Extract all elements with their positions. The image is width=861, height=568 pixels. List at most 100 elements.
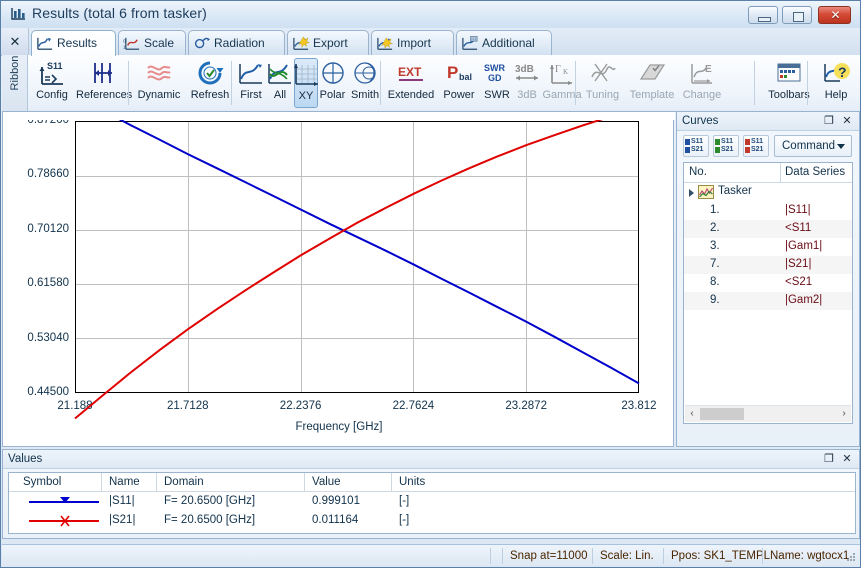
dynamic-icon xyxy=(145,59,173,87)
command-dropdown[interactable]: Command xyxy=(774,135,852,157)
ribbon-button-label: Power xyxy=(443,89,475,101)
curve-row-number: 8. xyxy=(710,276,720,288)
ribbon-button-extended[interactable]: EXT Extended xyxy=(385,58,437,108)
values-row[interactable]: |S21| F= 20.6500 [GHz] 0.011164 [-] xyxy=(9,512,855,530)
ribbon-button-label: Gamma xyxy=(542,89,582,101)
values-cell-domain: F= 20.6500 [GHz] xyxy=(164,514,256,526)
tab-label: Scale xyxy=(144,36,175,50)
tab-label: Export xyxy=(313,36,348,50)
ribbon-button-references[interactable]: References xyxy=(76,58,133,108)
ribbon-button-gamma: Γ K Gamma xyxy=(542,58,582,108)
curves-close-icon[interactable]: ✕ xyxy=(840,114,854,128)
deselect-curves-button[interactable]: S11 S21 xyxy=(743,135,769,157)
curves-group-row[interactable]: Tasker xyxy=(684,183,852,202)
curve-row-series: |Gam1| xyxy=(785,240,823,252)
ribbon-tab-strip: ✕ Results 0 1 Scale Radiation Export Import Add… xyxy=(1,28,860,56)
s11-label: S11 xyxy=(691,138,704,145)
values-panel-title: Values xyxy=(8,453,43,465)
curve-row[interactable]: 1. |S11| xyxy=(684,202,852,220)
svg-text:SWR: SWR xyxy=(484,63,505,73)
curve-row[interactable]: 8. <S21 xyxy=(684,274,852,292)
curves-panel: Curves ❐ ✕ S11 S21 S11 S21 S11 S21 Command No… xyxy=(676,111,860,447)
close-button[interactable]: ✕ xyxy=(818,6,851,24)
values-panel: Values ❐ ✕ Symbol Name Domain Value Units |S… xyxy=(2,449,860,539)
smith-chart-icon xyxy=(351,59,379,87)
minimize-button[interactable] xyxy=(748,6,778,24)
tab-label: Import xyxy=(397,36,432,50)
values-cell-value: 0.011164 xyxy=(312,514,359,526)
values-close-icon[interactable]: ✕ xyxy=(840,452,854,466)
ribbon-button-refresh[interactable]: Refresh xyxy=(186,58,234,108)
curve-row[interactable]: 2. <S11 xyxy=(684,220,852,238)
scroll-right-icon[interactable]: › xyxy=(837,407,851,421)
export-icon xyxy=(292,35,311,52)
scroll-thumb[interactable] xyxy=(700,408,744,420)
change-icon: E xyxy=(688,59,716,87)
svg-text:GD: GD xyxy=(488,73,502,83)
ribbon-button-label: Dynamic xyxy=(137,89,181,101)
ribbon-button-polar[interactable]: Polar xyxy=(319,58,346,108)
curves-list[interactable]: No. Data Series Tasker 1. |S11| 2. <S11 3. |G… xyxy=(683,162,853,424)
ribbon-button-swr[interactable]: SWR GD SWR xyxy=(481,58,513,108)
ribbon-button-label: References xyxy=(76,89,133,101)
ribbon-button-label: Extended xyxy=(387,89,435,101)
ribbon-button-label: First xyxy=(240,89,262,101)
minimize-icon xyxy=(758,17,771,22)
ribbon-button-label: Template xyxy=(629,89,675,101)
ribbon-separator xyxy=(128,61,129,105)
svg-text:Γ: Γ xyxy=(555,64,561,75)
svg-text:0: 0 xyxy=(123,39,126,45)
curves-horizontal-scrollbar[interactable]: ‹ › xyxy=(685,405,851,422)
ribbon-button-label: XY xyxy=(298,90,314,102)
plot-top-mask xyxy=(3,112,675,120)
values-column-header: Name xyxy=(109,476,140,488)
scroll-left-icon[interactable]: ‹ xyxy=(685,407,699,421)
curve-row-number: 7. xyxy=(710,258,720,270)
ribbon-button-smith[interactable]: Smith xyxy=(347,58,383,108)
s11-label: S11 xyxy=(751,138,764,145)
status-cell-spacer xyxy=(490,548,500,564)
maximize-button[interactable] xyxy=(782,6,812,24)
tab-results[interactable]: Results xyxy=(31,30,116,56)
ribbon-button-dynamic[interactable]: Dynamic xyxy=(133,58,185,108)
curves-pin-icon[interactable]: ❐ xyxy=(822,114,836,128)
ribbon-button-power[interactable]: Pbal Power xyxy=(439,58,479,108)
tab-import[interactable]: Import xyxy=(371,30,454,55)
ribbon-button-xy[interactable]: XY xyxy=(294,58,318,108)
additional-icon xyxy=(461,35,479,52)
ext-icon: EXT xyxy=(397,59,425,87)
ribbon-button-help[interactable]: ? Help xyxy=(817,58,855,108)
tasker-group-icon xyxy=(698,185,714,199)
power-bal-icon: Pbal xyxy=(445,59,473,87)
ribbon-button-first[interactable]: First xyxy=(237,58,265,108)
ribbon-button-config[interactable]: S11 Config xyxy=(30,58,74,108)
resize-grip-icon[interactable] xyxy=(845,551,857,563)
tab-scale[interactable]: 0 1 Scale xyxy=(118,30,186,55)
curve-row[interactable]: 9. |Gam2| xyxy=(684,292,852,310)
values-grid[interactable]: Symbol Name Domain Value Units |S11| F= 20.65… xyxy=(8,472,856,534)
values-pin-icon[interactable]: ❐ xyxy=(822,452,836,466)
select-curves-button[interactable]: S11 S21 xyxy=(713,135,739,157)
tab-additional[interactable]: Additional xyxy=(456,30,552,55)
ribbon-button-tuning: Tuning xyxy=(580,58,625,108)
tab-radiation[interactable]: Radiation xyxy=(188,30,285,55)
expand-triangle-icon[interactable] xyxy=(689,189,694,197)
help-icon: ? xyxy=(822,59,850,87)
svg-text:S11: S11 xyxy=(47,61,63,71)
curve-row[interactable]: 7. |S21| xyxy=(684,256,852,274)
values-panel-header: Values ❐ ✕ xyxy=(3,450,859,469)
curve-row[interactable]: 3. |Gam1| xyxy=(684,238,852,256)
curve-row-number: 1. xyxy=(710,204,720,216)
plot-panel[interactable]: 0.872000.786600.701200.615800.530400.445… xyxy=(2,111,675,447)
tab-export[interactable]: Export xyxy=(287,30,369,55)
swr-gd-icon: SWR GD xyxy=(483,59,511,87)
values-column-divider xyxy=(304,473,305,492)
ribbon-button-all[interactable]: All xyxy=(268,58,292,108)
s11-label: S11 xyxy=(721,138,734,145)
values-row[interactable]: |S11| F= 20.6500 [GHz] 0.999101 [-] xyxy=(9,493,855,511)
config-s11-icon: S11 xyxy=(38,59,66,87)
select-first-curve-button[interactable]: S11 S21 xyxy=(683,135,709,157)
svg-text:E: E xyxy=(705,64,712,75)
status-cell: Name: wgtocx1 xyxy=(762,548,857,564)
curve-row-series: <S11 xyxy=(785,222,812,234)
